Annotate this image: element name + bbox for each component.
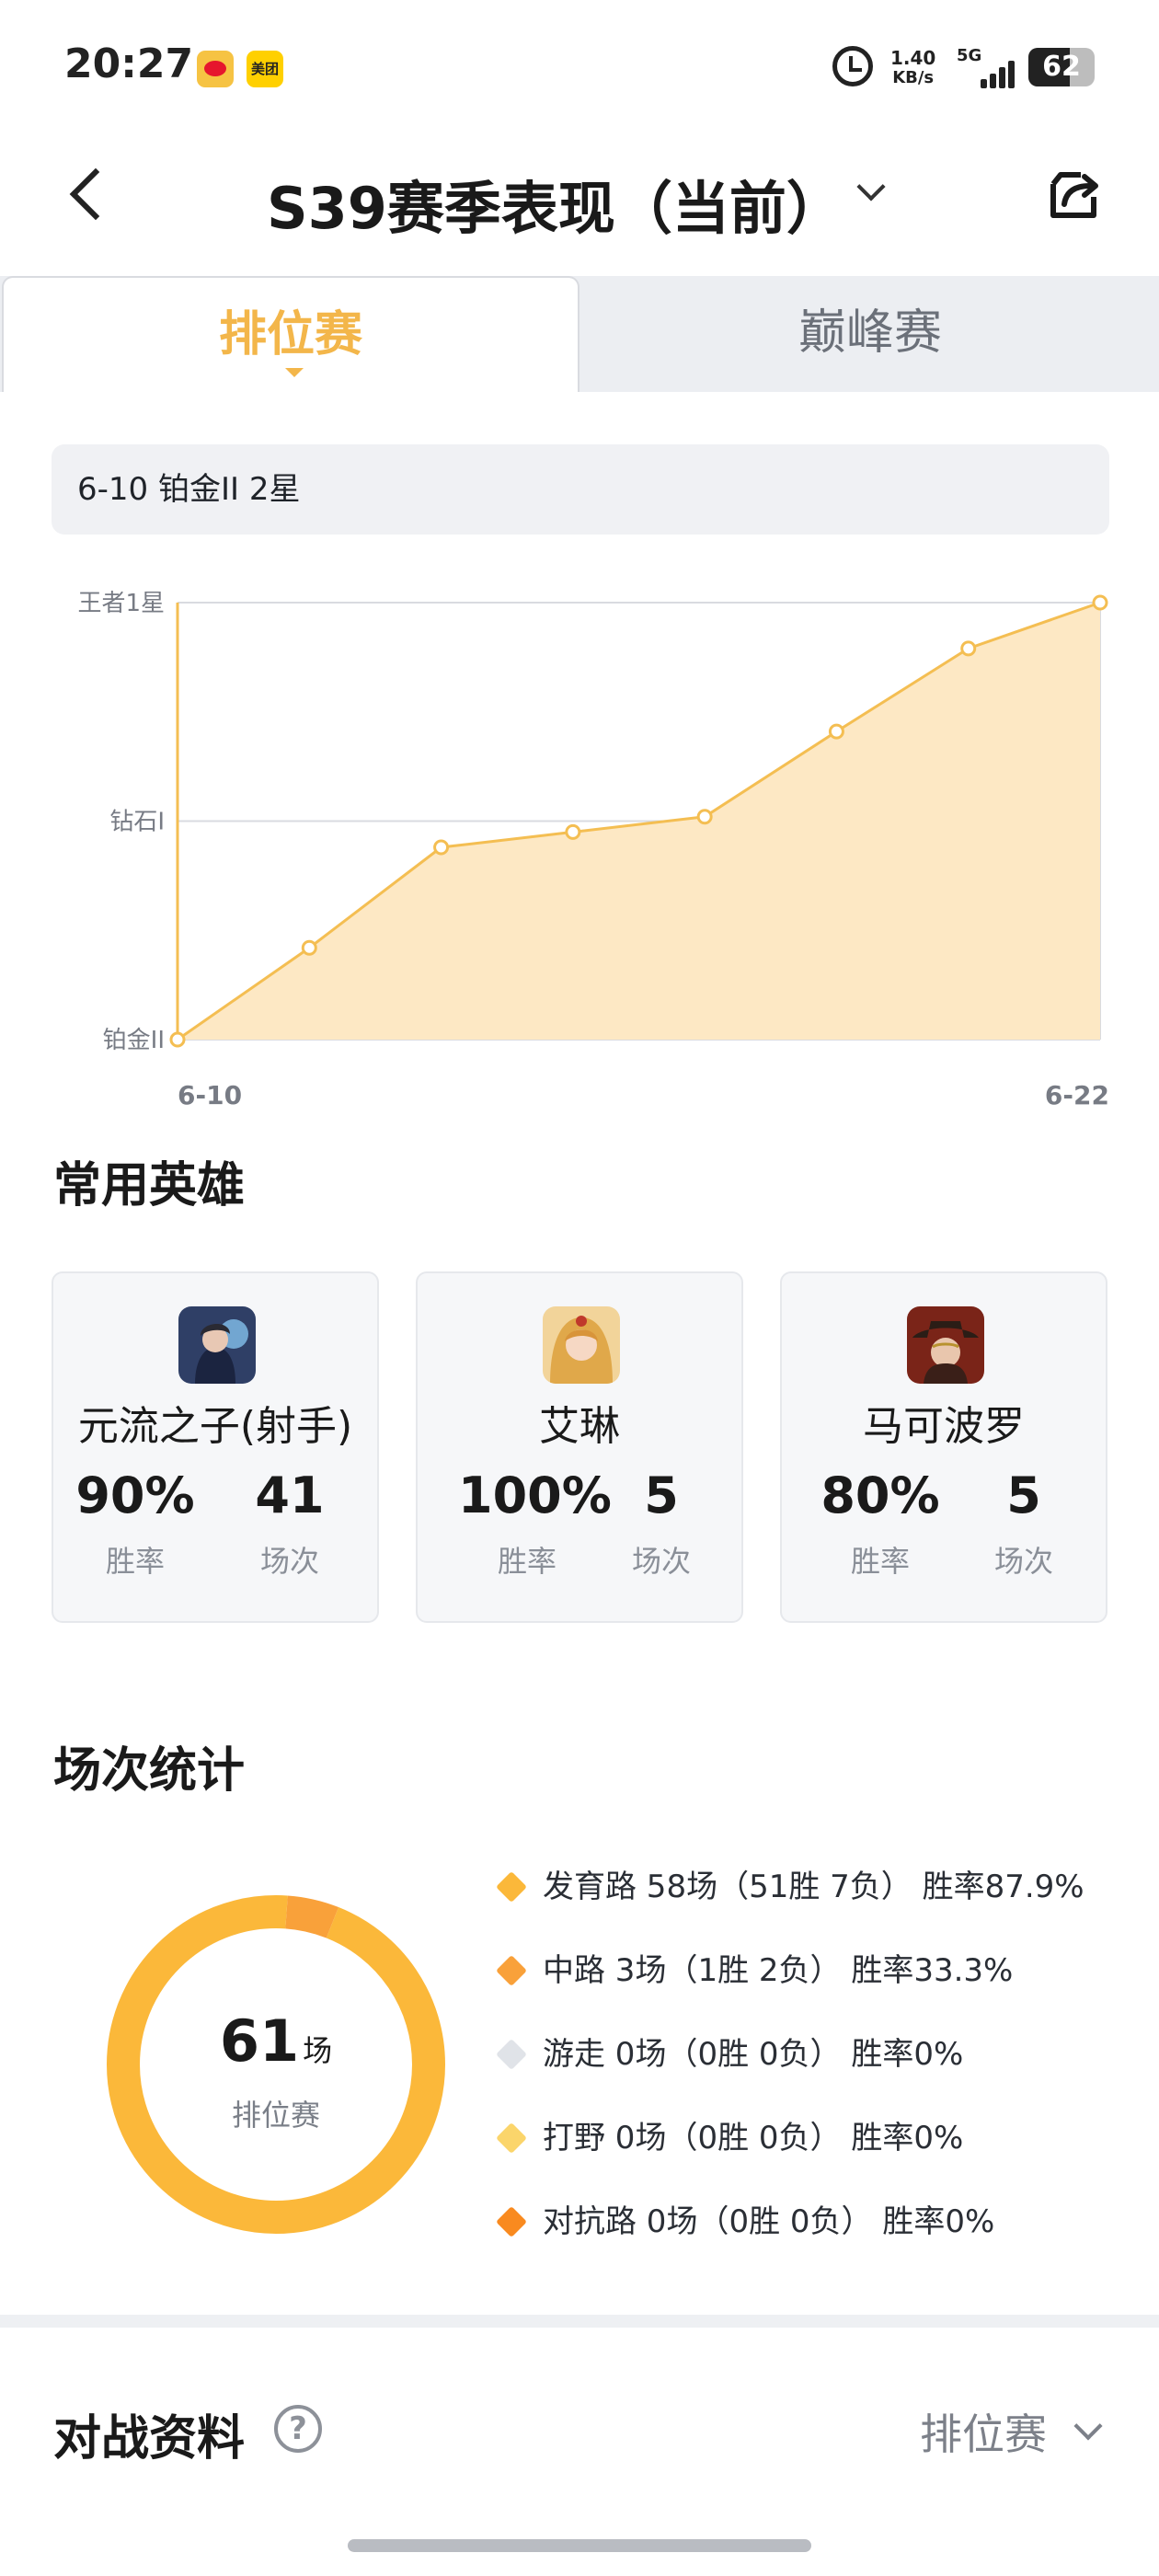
donut-total-value: 61 — [219, 2007, 300, 2075]
chart-x-tick-label: 6-10 — [178, 1080, 242, 1110]
hero-games: 41 — [255, 1466, 325, 1524]
chart-point[interactable] — [1092, 594, 1108, 611]
legend-text: 打野 0场（0胜 0负） 胜率0% — [543, 2120, 964, 2156]
heroes-section-title: 常用英雄 — [53, 1158, 246, 1213]
hero-win-rate: 100% — [458, 1466, 612, 1524]
chart-point[interactable] — [301, 939, 317, 956]
legend-dot — [496, 2039, 527, 2070]
hero-card[interactable]: 艾琳 100% 5 胜率 场次 — [416, 1271, 743, 1623]
chart-x-tick-label: 6-22 — [1045, 1080, 1109, 1110]
chevron-down-icon[interactable] — [1073, 2414, 1104, 2445]
status-bar: 20:27 美团 1.40 KB/s 5G 62 — [0, 0, 1159, 129]
donut-label: 排位赛 — [231, 2098, 320, 2133]
hero-name: 元流之子(射手) — [77, 1403, 353, 1450]
lane-donut-chart: 61 场 排位赛 — [99, 1888, 453, 2241]
hero-avatar — [907, 1306, 984, 1384]
hero-win-rate: 90% — [75, 1466, 195, 1524]
tab-peak[interactable]: 巅峰赛 — [581, 276, 1159, 392]
hero-games: 5 — [1006, 1466, 1041, 1524]
legend-dot — [496, 2206, 527, 2237]
status-time: 20:27 — [64, 40, 194, 87]
alarm-icon — [832, 46, 873, 86]
legend-text: 游走 0场（0胜 0负） 胜率0% — [543, 2036, 964, 2073]
weibo-icon — [197, 51, 234, 87]
hero-win-rate-label: 胜率 — [850, 1544, 910, 1579]
hero-games-label: 场次 — [259, 1544, 319, 1579]
donut-total-unit: 场 — [303, 2033, 333, 2068]
hero-games: 5 — [644, 1466, 679, 1524]
stats-section-title: 场次统计 — [53, 1743, 246, 1799]
donut-total: 61 场 — [99, 2007, 453, 2075]
net-speed-unit: KB/s — [892, 68, 935, 87]
chart-point[interactable] — [565, 823, 581, 840]
share-button[interactable] — [1044, 164, 1105, 224]
share-icon — [1050, 172, 1098, 218]
home-indicator[interactable] — [348, 2539, 811, 2552]
battle-section-title: 对战资料 — [53, 2411, 246, 2467]
legend-dot — [496, 2122, 527, 2154]
hero-win-rate: 80% — [820, 1466, 940, 1524]
legend-text: 对抗路 0场（0胜 0负） 胜率0% — [543, 2203, 995, 2240]
hero-games-label: 场次 — [993, 1544, 1053, 1579]
net-speed: 1.40 KB/s — [890, 48, 935, 88]
chart-y-tick-label: 钻石I — [109, 809, 165, 836]
legend-text: 发育路 58场（51胜 7负） 胜率87.9% — [543, 1869, 1084, 1905]
legend-dot — [496, 1871, 527, 1903]
battery-percent: 62 — [1042, 51, 1081, 83]
meituan-icon: 美团 — [247, 51, 283, 87]
hero-games-label: 场次 — [631, 1544, 691, 1579]
hero-win-rate-label: 胜率 — [105, 1544, 165, 1579]
rank-trend-chart: 铂金II 钻石I 王者1星 6-10 6-22 — [77, 590, 1109, 1110]
section-divider — [0, 2315, 1159, 2328]
tab-ranked[interactable]: 排位赛 — [2, 276, 580, 392]
legend-dot — [496, 1955, 527, 1986]
mode-tabs: 排位赛 巅峰赛 — [0, 276, 1159, 392]
question-circle-icon[interactable]: ? — [274, 2405, 322, 2453]
chevron-down-icon[interactable] — [855, 175, 889, 208]
page-title[interactable]: S39赛季表现（当前） — [267, 162, 843, 245]
chart-point[interactable] — [696, 809, 713, 825]
hero-name: 艾琳 — [539, 1403, 620, 1450]
hero-card[interactable]: 马可波罗 80% 5 胜率 场次 — [780, 1271, 1107, 1623]
hero-avatar — [543, 1306, 620, 1384]
rank-summary: 6-10 铂金II 2星 — [52, 444, 1109, 535]
hero-win-rate-label: 胜率 — [497, 1544, 557, 1579]
chart-point[interactable] — [169, 1031, 186, 1048]
battle-mode-select[interactable]: 排位赛 — [920, 2401, 1047, 2462]
net-speed-value: 1.40 — [890, 47, 936, 69]
hero-avatar — [178, 1306, 256, 1384]
chart-y-tick-label: 铂金II — [103, 1027, 165, 1054]
back-button[interactable] — [64, 161, 110, 225]
chart-point[interactable] — [960, 640, 977, 657]
legend-text: 中路 3场（1胜 2负） 胜率33.3% — [543, 1952, 1014, 1989]
chart-y-tick-label: 王者1星 — [77, 590, 165, 617]
battery-icon: 62 — [1028, 48, 1095, 86]
hero-name: 马可波罗 — [863, 1403, 1025, 1450]
hero-card[interactable]: 元流之子(射手) 90% 41 胜率 场次 — [52, 1271, 379, 1623]
signal-icon — [977, 57, 1017, 88]
chart-point[interactable] — [828, 723, 844, 740]
chart-point[interactable] — [433, 839, 450, 856]
